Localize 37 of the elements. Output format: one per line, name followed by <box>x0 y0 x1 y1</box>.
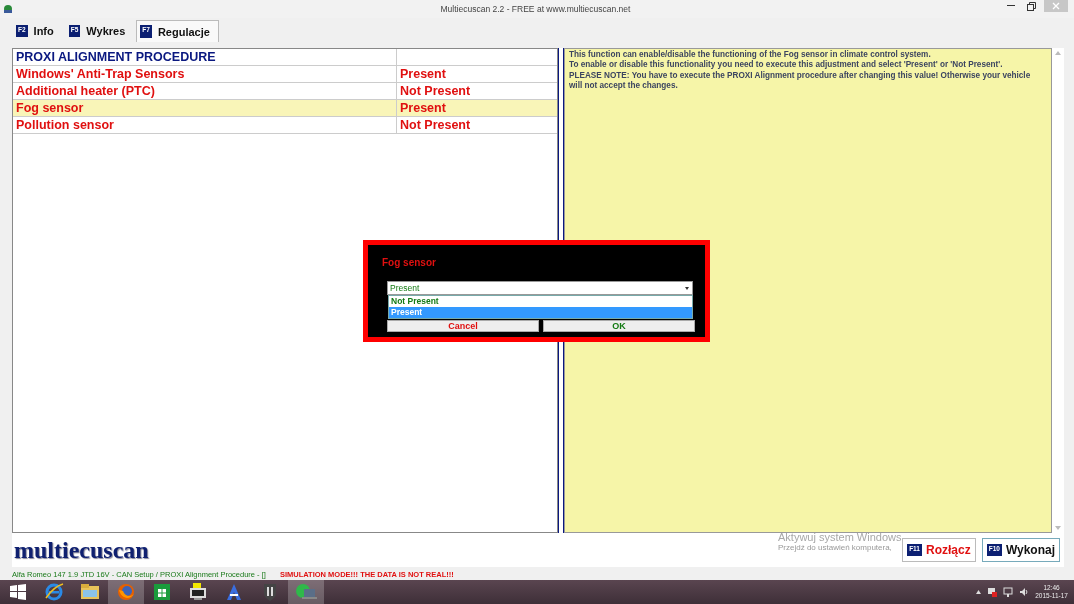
table-cell[interactable]: Additional heater (PTC) <box>13 82 397 99</box>
triangle-icon[interactable] <box>224 582 244 602</box>
activation-hint: Przejdź do ustawień komputera, <box>778 543 893 553</box>
table-cell[interactable]: Pollution sensor <box>13 116 397 133</box>
description-text: This function can enable/disable the functioning of the Fog sensor in climate control system. <box>569 49 932 60</box>
table-cell[interactable]: Present <box>397 99 446 116</box>
window-title: Multiecuscan 2.2 - FREE at www.multiecuscan.net <box>439 4 632 14</box>
caret-icon[interactable] <box>976 590 982 594</box>
globe-icon[interactable] <box>44 582 64 602</box>
network-icon[interactable] <box>1003 587 1014 597</box>
ok-button[interactable]: OK <box>543 320 695 332</box>
dropdown-option[interactable]: Not Present <box>389 296 692 307</box>
table-header: PROXI ALIGNMENT PROCEDURE <box>13 48 397 65</box>
dropdown-option[interactable]: Present <box>389 307 692 318</box>
minimize-icon[interactable] <box>1007 5 1015 7</box>
shopping-bag-icon[interactable] <box>153 583 171 601</box>
caret-icon[interactable] <box>685 286 689 290</box>
table-cell[interactable]: Present <box>397 65 446 82</box>
folder-icon[interactable] <box>79 582 101 602</box>
table-cell[interactable]: Windows' Anti-Trap Sensors <box>13 65 397 82</box>
description-text: PLEASE NOTE: You have to execute the PROXI Alignment procedure after changing this value! Otherwise your vehicle will not accept the changes. <box>569 70 1032 92</box>
table-cell[interactable]: Not Present <box>397 116 471 133</box>
activation-title: Aktywuj system Windows <box>778 531 902 544</box>
table-cell[interactable]: Not Present <box>397 82 471 99</box>
description-text: To enable or disable this functionality you need to execute this adjustment and select 'Present' or 'Not Present'. <box>569 60 1004 71</box>
speaker-icon[interactable] <box>1019 587 1030 597</box>
dialog-title: Fog sensor <box>382 257 436 268</box>
fox-globe-icon[interactable] <box>116 582 136 602</box>
monitor-icon[interactable] <box>187 582 209 602</box>
app-icon <box>3 4 13 14</box>
logo: multiecuscan <box>13 536 149 564</box>
flag-icon[interactable] <box>987 587 998 597</box>
cancel-button[interactable]: Cancel <box>387 320 539 332</box>
dropdown[interactable]: Present <box>387 281 693 295</box>
table-cell[interactable]: Fog sensor <box>13 99 397 116</box>
start-icon[interactable] <box>9 583 27 601</box>
shield-icon[interactable] <box>261 582 279 602</box>
